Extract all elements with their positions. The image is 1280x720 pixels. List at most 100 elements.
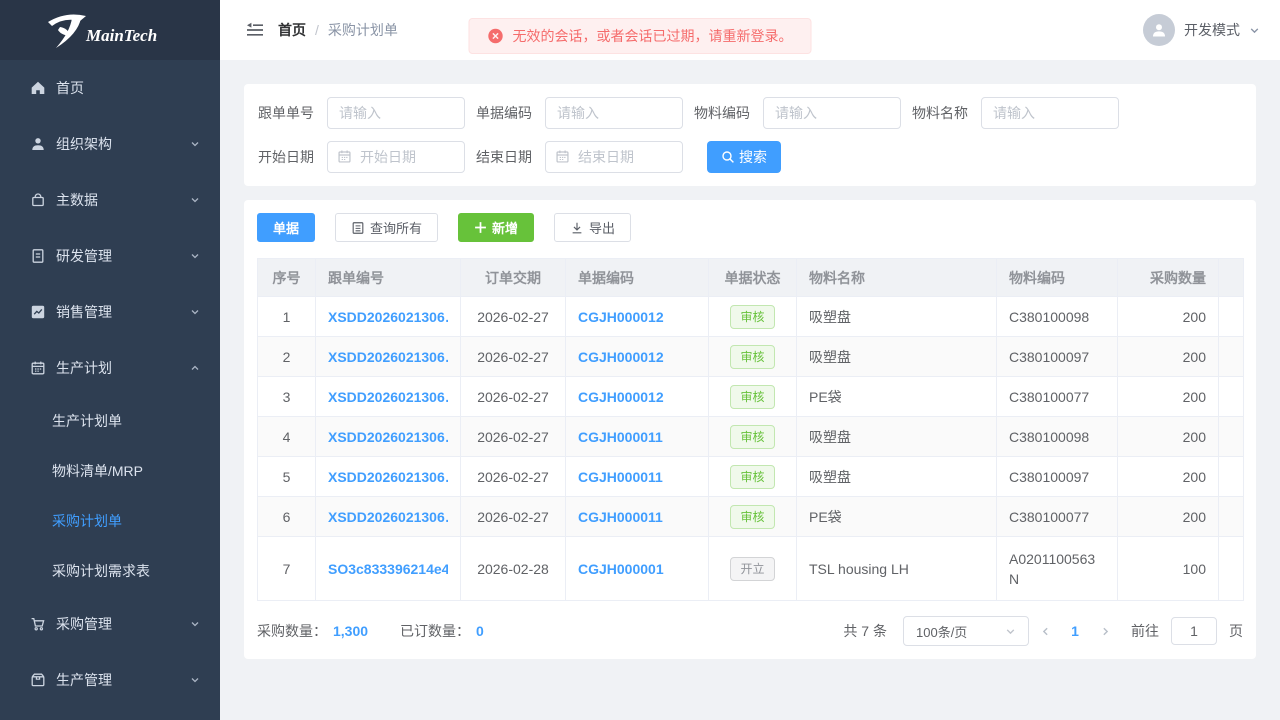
- sidebar-subitem-purchase-plan-order[interactable]: 采购计划单: [0, 496, 220, 546]
- status-badge: 审核: [730, 505, 774, 529]
- tracking-no-link[interactable]: XSDD2026021306…: [328, 429, 448, 445]
- sidebar-item-master-data[interactable]: 主数据: [0, 172, 220, 228]
- sidebar-subitem-production-plan-order[interactable]: 生产计划单: [0, 396, 220, 446]
- home-icon: [30, 80, 46, 96]
- sidebar-subitem-label: 采购计划需求表: [52, 561, 150, 581]
- due-date-cell: 2026-02-28: [461, 537, 566, 601]
- purchase-qty-label: 采购数量：: [257, 621, 327, 641]
- chevron-down-icon: [190, 307, 200, 317]
- session-error-toast: 无效的会话，或者会话已过期，请重新登录。: [469, 18, 812, 54]
- sidebar: MainTech 首页 组织架构 主数据 研发管理: [0, 0, 220, 720]
- calendar-icon: [30, 360, 46, 376]
- due-date-cell: 2026-02-27: [461, 457, 566, 497]
- prev-page-button[interactable]: [1029, 626, 1061, 637]
- doc-code-link[interactable]: CGJH000011: [578, 469, 696, 485]
- search-button-label: 搜索: [739, 147, 767, 167]
- doc-code-link[interactable]: CGJH000001: [578, 561, 696, 577]
- doc-code-link[interactable]: CGJH000011: [578, 429, 696, 445]
- export-button[interactable]: 导出: [554, 213, 631, 242]
- material-name-cell: PE袋: [797, 377, 997, 417]
- breadcrumb-separator: /: [315, 22, 319, 38]
- user-menu[interactable]: 开发模式: [1143, 14, 1260, 46]
- error-icon: [488, 28, 504, 44]
- tracking-no-link[interactable]: SO3c833396214e40: [328, 561, 448, 577]
- doc-code-input[interactable]: [545, 97, 683, 129]
- goto-label: 前往: [1131, 621, 1159, 641]
- search-button[interactable]: 搜索: [707, 141, 781, 173]
- table-row[interactable]: 6 XSDD2026021306… 2026-02-27 CGJH000011 …: [258, 497, 1244, 537]
- table-row[interactable]: 1 XSDD2026021306… 2026-02-27 CGJH000012 …: [258, 297, 1244, 337]
- doc-code-link[interactable]: CGJH000012: [578, 389, 696, 405]
- extra-cell: [1219, 457, 1244, 497]
- bag-icon: [30, 192, 46, 208]
- add-button-label: 新增: [492, 218, 518, 237]
- page-number-1[interactable]: 1: [1061, 623, 1089, 639]
- download-icon: [570, 221, 584, 235]
- column-header-status: 单据状态: [709, 259, 797, 297]
- tracking-no-link[interactable]: XSDD2026021306…: [328, 309, 448, 325]
- sidebar-submenu: 生产计划单 物料清单/MRP 采购计划单 采购计划需求表: [0, 396, 220, 596]
- sidebar-item-production-plan[interactable]: 生产计划: [0, 340, 220, 396]
- sidebar-subitem-label: 采购计划单: [52, 511, 122, 531]
- table-row[interactable]: 3 XSDD2026021306… 2026-02-27 CGJH000012 …: [258, 377, 1244, 417]
- purchase-qty-cell: 200: [1118, 297, 1219, 337]
- tracking-no-input[interactable]: [327, 97, 465, 129]
- due-date-cell: 2026-02-27: [461, 297, 566, 337]
- table-row[interactable]: 4 XSDD2026021306… 2026-02-27 CGJH000011 …: [258, 417, 1244, 457]
- avatar: [1143, 14, 1175, 46]
- status-badge: 开立: [730, 557, 774, 581]
- extra-cell: [1219, 337, 1244, 377]
- filter-label-doc-code: 单据编码: [476, 103, 534, 123]
- sidebar-item-home[interactable]: 首页: [0, 60, 220, 116]
- sidebar-item-sales-management[interactable]: 销售管理: [0, 284, 220, 340]
- extra-cell: [1219, 417, 1244, 457]
- purchase-qty-value: 1,300: [333, 623, 368, 639]
- purchase-qty-cell: 200: [1118, 337, 1219, 377]
- row-index: 2: [258, 337, 316, 377]
- due-date-cell: 2026-02-27: [461, 497, 566, 537]
- material-code-input[interactable]: [763, 97, 901, 129]
- sidebar-item-organization[interactable]: 组织架构: [0, 116, 220, 172]
- extra-cell: [1219, 537, 1244, 601]
- material-code-cell: A0201100563N: [997, 537, 1118, 601]
- material-name-cell: PE袋: [797, 497, 997, 537]
- table-row[interactable]: 2 XSDD2026021306… 2026-02-27 CGJH000012 …: [258, 337, 1244, 377]
- sidebar-subitem-bom-mrp[interactable]: 物料清单/MRP: [0, 446, 220, 496]
- end-date-picker: [545, 141, 683, 173]
- chevron-down-icon: [190, 139, 200, 149]
- chevron-down-icon: [190, 195, 200, 205]
- sidebar-item-label: 生产管理: [56, 670, 112, 690]
- page-size-select[interactable]: 100条/页: [903, 616, 1029, 646]
- extra-cell: [1219, 297, 1244, 337]
- query-all-button[interactable]: 查询所有: [335, 213, 438, 242]
- tracking-no-link[interactable]: XSDD2026021306…: [328, 389, 448, 405]
- sidebar-fold-button[interactable]: [246, 22, 264, 38]
- toolbar: 单据 查询所有 新增 导出: [257, 213, 1243, 242]
- sidebar-item-rd-management[interactable]: 研发管理: [0, 228, 220, 284]
- sidebar-subitem-label: 生产计划单: [52, 411, 122, 431]
- export-button-label: 导出: [589, 218, 615, 237]
- add-button[interactable]: 新增: [458, 213, 534, 242]
- sidebar-item-purchase-management[interactable]: 采购管理: [0, 596, 220, 652]
- chevron-up-icon: [190, 363, 200, 373]
- table-row[interactable]: 5 XSDD2026021306… 2026-02-27 CGJH000011 …: [258, 457, 1244, 497]
- table-row[interactable]: 7 SO3c833396214e40 2026-02-28 CGJH000001…: [258, 537, 1244, 601]
- tracking-no-link[interactable]: XSDD2026021306…: [328, 509, 448, 525]
- sidebar-item-label: 研发管理: [56, 246, 112, 266]
- next-page-button[interactable]: [1089, 626, 1121, 637]
- material-name-input[interactable]: [981, 97, 1119, 129]
- page-content: 跟单单号 单据编码 物料编码 物料名称 开始日期 结束日期: [220, 60, 1280, 659]
- sidebar-item-production-management[interactable]: 生产管理: [0, 652, 220, 708]
- goto-page-input[interactable]: [1171, 617, 1217, 645]
- documents-button[interactable]: 单据: [257, 213, 315, 242]
- filter-label-end-date: 结束日期: [476, 147, 534, 167]
- column-header-doc-code: 单据编码: [566, 259, 709, 297]
- doc-code-link[interactable]: CGJH000012: [578, 349, 696, 365]
- tracking-no-link[interactable]: XSDD2026021306…: [328, 349, 448, 365]
- status-badge: 审核: [730, 425, 774, 449]
- breadcrumb-home[interactable]: 首页: [278, 20, 306, 40]
- sidebar-subitem-purchase-plan-demand[interactable]: 采购计划需求表: [0, 546, 220, 596]
- doc-code-link[interactable]: CGJH000012: [578, 309, 696, 325]
- doc-code-link[interactable]: CGJH000011: [578, 509, 696, 525]
- tracking-no-link[interactable]: XSDD2026021306…: [328, 469, 448, 485]
